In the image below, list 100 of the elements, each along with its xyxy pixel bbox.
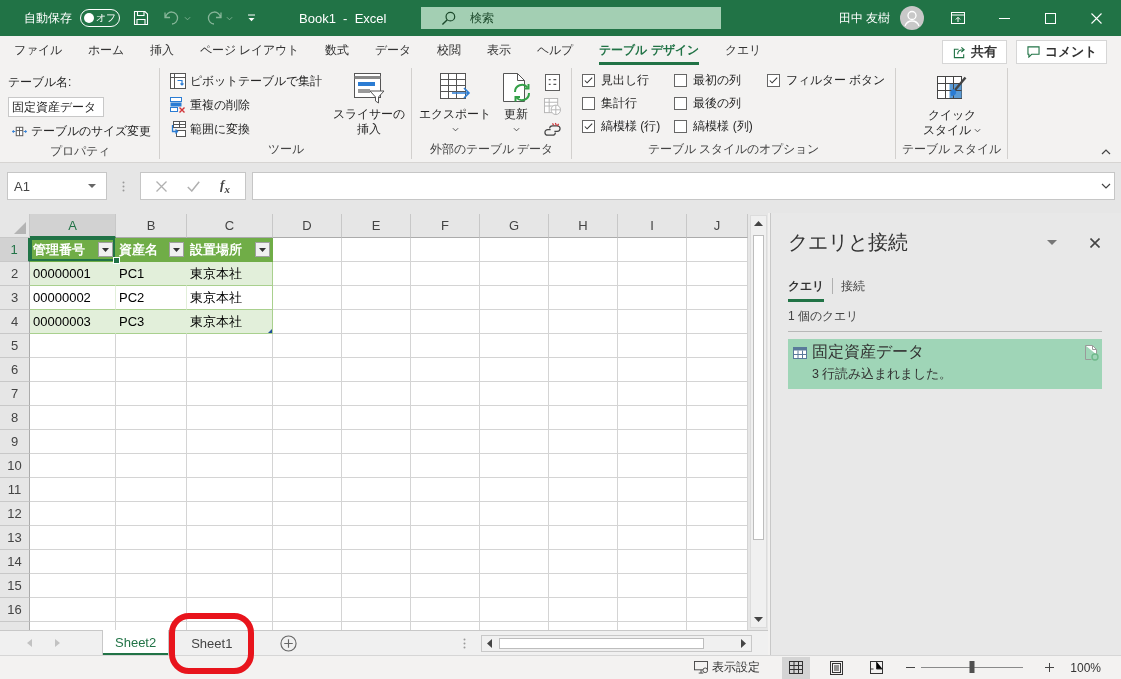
ribbon-tab[interactable]: ファイル bbox=[1, 36, 75, 65]
ribbon-tab[interactable]: 挿入 bbox=[137, 36, 187, 65]
ribbon-tab[interactable]: ページ レイアウト bbox=[187, 36, 313, 65]
group-label: ツール bbox=[267, 141, 304, 158]
close-icon bbox=[1090, 12, 1102, 24]
export-button[interactable]: エクスポート bbox=[416, 68, 494, 141]
close-icon[interactable] bbox=[1090, 237, 1100, 248]
ribbon-tab[interactable]: テーブル デザイン bbox=[586, 36, 712, 65]
ribbon-tab[interactable]: 校閲 bbox=[424, 36, 475, 65]
search-icon bbox=[441, 10, 457, 26]
insert-slicer-button[interactable]: スライサーの 挿入 bbox=[330, 68, 408, 141]
fill-handle-icon[interactable] bbox=[113, 257, 120, 264]
redo-icon bbox=[205, 11, 223, 25]
collapse-ribbon-button[interactable] bbox=[1099, 147, 1113, 157]
ribbon-tab[interactable]: 表示 bbox=[474, 36, 525, 65]
vertical-scrollbar[interactable] bbox=[750, 215, 767, 628]
ribbon-tab[interactable]: 数式 bbox=[312, 36, 363, 65]
column-header[interactable]: C bbox=[187, 214, 273, 238]
horizontal-scrollbar[interactable] bbox=[481, 634, 753, 652]
dropdown-arrow-icon bbox=[259, 247, 266, 252]
checkbox[interactable] bbox=[674, 74, 688, 87]
checkbox[interactable] bbox=[674, 120, 688, 133]
column-header[interactable]: J bbox=[687, 214, 748, 238]
normal-view-button[interactable] bbox=[782, 656, 811, 679]
column-header[interactable]: G bbox=[480, 214, 549, 238]
comment-button[interactable]: コメント bbox=[1016, 40, 1107, 64]
column-header[interactable]: E bbox=[342, 214, 411, 238]
document-refresh-icon[interactable] bbox=[1085, 344, 1099, 361]
column-title: 設置場所 bbox=[190, 240, 242, 259]
pivot-table-icon bbox=[170, 73, 186, 89]
add-sheet-icon[interactable] bbox=[280, 634, 298, 652]
properties-button[interactable] bbox=[542, 73, 562, 92]
page-break-icon bbox=[869, 661, 883, 674]
checkbox[interactable] bbox=[674, 97, 688, 110]
group-label: テーブル スタイルのオプション bbox=[647, 141, 820, 158]
scrollbar-thumb[interactable] bbox=[499, 637, 705, 649]
name-box[interactable]: A1 bbox=[7, 172, 107, 200]
scroll-right-icon[interactable] bbox=[741, 638, 747, 648]
row-header[interactable]: 1 bbox=[0, 238, 30, 262]
caret-icon bbox=[184, 15, 191, 21]
remove-duplicates-button[interactable]: 重複の削除 bbox=[168, 93, 252, 117]
sheet-tab[interactable]: Sheet2 bbox=[102, 630, 170, 655]
scroll-down-icon[interactable] bbox=[754, 617, 763, 622]
expand-caret-icon[interactable] bbox=[1101, 183, 1111, 189]
checkbox-label: 最後の列 bbox=[693, 95, 742, 112]
table-cell: 00000002 bbox=[30, 286, 116, 310]
resize-table-button[interactable]: テーブルのサイズ変更 bbox=[10, 119, 153, 143]
quick-styles-button[interactable]: クイック スタイル bbox=[922, 68, 981, 141]
checkmark-icon bbox=[768, 77, 778, 84]
convert-to-range-icon bbox=[170, 121, 186, 137]
ribbon-tab[interactable]: クエリ bbox=[711, 36, 774, 65]
drag-handle-icon[interactable] bbox=[122, 181, 125, 192]
insert-function-button[interactable]: f$_{x}$ bbox=[213, 174, 237, 198]
column-header[interactable]: D bbox=[273, 214, 342, 238]
zoom-in-icon[interactable] bbox=[1045, 663, 1055, 672]
checkbox[interactable] bbox=[582, 74, 595, 87]
window-title: Book1 - Excel bbox=[299, 10, 387, 26]
checkbox[interactable] bbox=[582, 97, 595, 110]
comment-icon bbox=[1027, 46, 1040, 58]
avatar-icon[interactable] bbox=[900, 6, 924, 30]
ribbon-tab[interactable]: データ bbox=[362, 36, 425, 65]
splitter-handle-icon[interactable] bbox=[463, 637, 467, 649]
refresh-button[interactable]: 更新 bbox=[496, 68, 536, 141]
toggle-knob-icon bbox=[84, 13, 94, 23]
filter-button[interactable] bbox=[169, 242, 184, 257]
column-header[interactable]: I bbox=[618, 214, 687, 238]
table-cell: 00000001 bbox=[30, 262, 116, 286]
formula-input[interactable] bbox=[252, 172, 1115, 200]
checkbox-label: フィルター ボタン bbox=[785, 72, 885, 89]
search-field[interactable]: 検索 bbox=[421, 7, 722, 29]
scroll-left-icon[interactable] bbox=[487, 638, 493, 648]
filter-button[interactable] bbox=[98, 242, 113, 257]
checkbox[interactable] bbox=[766, 74, 780, 87]
checkbox[interactable] bbox=[582, 120, 595, 133]
pane-options-icon[interactable] bbox=[1047, 240, 1057, 245]
ribbon-tab[interactable]: ヘルプ bbox=[524, 36, 587, 65]
table-resize-handle-icon[interactable] bbox=[268, 329, 272, 333]
table-name-field[interactable]: 固定資産データ bbox=[8, 97, 104, 117]
share-button[interactable]: 共有 bbox=[942, 40, 1007, 64]
table-icon bbox=[793, 346, 807, 359]
column-header[interactable]: A bbox=[30, 214, 116, 238]
scrollbar-thumb[interactable] bbox=[753, 235, 764, 540]
scroll-up-icon[interactable] bbox=[754, 221, 763, 226]
worksheet-grid[interactable]: 1 管理番号 資産名 設置場所 2 00000001 PC1 東京本社 3 00000002 PC2 東京本社 4 00000003 PC3 東京本社 5 6 7 8 9 10 11 12 13 14 15 16 bbox=[0, 238, 748, 630]
column-header[interactable]: H bbox=[549, 214, 618, 238]
user-name: 田中 友樹 bbox=[838, 9, 890, 27]
zoom-level-button[interactable]: 100% bbox=[1070, 660, 1101, 675]
sheet-tab[interactable]: Sheet1 bbox=[179, 631, 245, 655]
dropdown-arrow-icon bbox=[173, 247, 180, 252]
ribbon-tab[interactable]: ホーム bbox=[75, 36, 137, 65]
display-settings-button[interactable]: 表示設定 bbox=[694, 659, 761, 676]
convert-to-range-button[interactable]: 範囲に変換 bbox=[168, 117, 252, 141]
pane-tab[interactable]: 接続 bbox=[841, 274, 865, 298]
column-header[interactable]: F bbox=[411, 214, 480, 238]
query-item[interactable]: 固定資産データ 3 行読み込まれました。 bbox=[788, 339, 1102, 389]
filter-button[interactable] bbox=[255, 242, 270, 257]
pivot-table-button[interactable]: ピボットテーブルで集計 bbox=[168, 69, 324, 93]
column-header[interactable]: B bbox=[116, 214, 187, 238]
caret-icon bbox=[973, 128, 981, 133]
zoom-slider-thumb[interactable] bbox=[969, 661, 975, 673]
